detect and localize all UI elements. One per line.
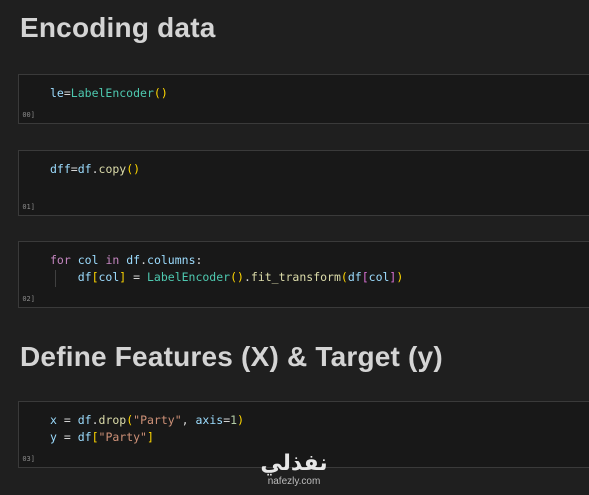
code-token: y (50, 430, 57, 444)
watermark-url: nafezly.com (267, 476, 321, 487)
code-token: () (230, 270, 244, 284)
code-token: [ (91, 270, 99, 284)
watermark-logo: نفذلي (260, 451, 328, 476)
code-token: LabelEncoder (70, 86, 154, 100)
execution-count: 01] (22, 203, 35, 211)
code-cell-3[interactable]: 02] for col in df.columns: df[col] = Lab… (18, 241, 589, 308)
code-editor[interactable]: dff=df.copy() (50, 161, 140, 178)
code-line: y = df["Party"] (50, 429, 244, 446)
code-token: ] (146, 430, 154, 444)
code-token: "Party" (133, 413, 182, 427)
code-token: df (347, 270, 362, 284)
heading-encoding-data: Encoding data (20, 12, 216, 43)
code-token: ( (340, 270, 348, 284)
code-editor[interactable]: x = df.drop("Party", axis=1) y = df["Part… (50, 412, 244, 446)
code-cell-2[interactable]: 01] dff=df.copy() (18, 150, 589, 216)
code-token: . (140, 253, 148, 267)
code-cell-1[interactable]: 00] le=LabelEncoder() (18, 74, 589, 124)
code-token: x (50, 413, 57, 427)
code-token: col (98, 270, 120, 284)
code-token: [ (91, 430, 99, 444)
code-editor[interactable]: for col in df.columns: df[col] = LabelEn… (50, 252, 403, 286)
code-token: df (77, 430, 92, 444)
code-token: in (105, 253, 120, 267)
heading-define-features: Define Features (X) & Target (y) (20, 341, 443, 372)
code-token: dff (50, 162, 71, 176)
code-line: le=LabelEncoder() (50, 85, 168, 102)
code-token: df (77, 162, 92, 176)
code-token: fit_transform (250, 270, 341, 284)
code-line: df[col] = LabelEncoder().fit_transform(d… (50, 269, 404, 286)
code-token: [ (361, 270, 369, 284)
code-line: x = df.drop("Party", axis=1) (50, 412, 244, 429)
code-token: = (56, 413, 78, 427)
code-token: le (50, 86, 64, 100)
code-token: = (126, 270, 147, 284)
code-token: ) (396, 270, 404, 284)
execution-count: 00] (22, 111, 35, 119)
code-line: dff=df.copy() (50, 161, 140, 178)
code-token: . (243, 270, 251, 284)
code-token: : (195, 253, 203, 267)
code-token: () (126, 162, 141, 176)
code-editor[interactable]: le=LabelEncoder() (50, 85, 168, 102)
code-token: . (91, 162, 99, 176)
code-token: col (77, 253, 99, 267)
code-token: axis (195, 413, 224, 427)
code-token: LabelEncoder (147, 270, 231, 284)
code-token: copy (98, 162, 127, 176)
code-token: for (50, 253, 71, 267)
code-token: () (153, 86, 168, 100)
code-token: = (70, 162, 78, 176)
code-token: = (63, 86, 71, 100)
code-token: = (56, 430, 78, 444)
code-token: , (181, 413, 196, 427)
code-token: df (126, 253, 141, 267)
code-line: for col in df.columns: (50, 252, 403, 269)
code-token: ) (237, 413, 244, 427)
code-token: drop (98, 413, 127, 427)
code-token: columns (147, 253, 196, 267)
execution-count: 02] (22, 295, 35, 303)
nafezly-watermark: نفذلي nafezly.com (252, 452, 336, 488)
execution-count: 03] (22, 455, 35, 463)
code-token: df (77, 413, 92, 427)
code-token: "Party" (98, 430, 147, 444)
code-token: . (91, 413, 99, 427)
code-token: col (368, 270, 390, 284)
code-token: df (77, 270, 92, 284)
